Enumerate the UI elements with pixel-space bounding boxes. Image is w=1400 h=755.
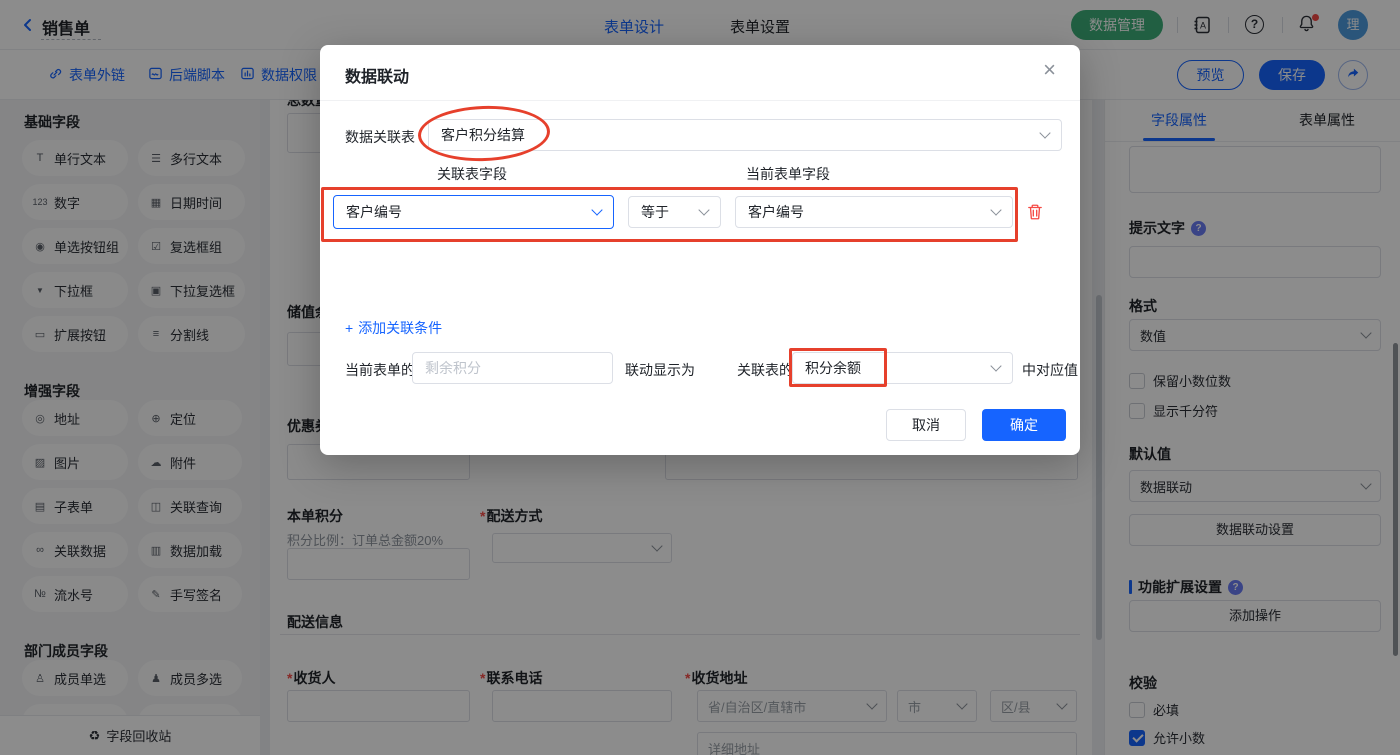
relation-table-label: 数据关联表: [345, 129, 415, 145]
current-form-label: 当前表单的: [345, 362, 415, 378]
relation-table-select[interactable]: 客户积分结算: [428, 119, 1062, 151]
related-field-select[interactable]: 积分余额: [792, 352, 1013, 384]
display-as-label: 联动显示为: [625, 362, 695, 378]
value-suffix-label: 中对应值: [1022, 362, 1078, 378]
condition-left-select[interactable]: 客户编号: [333, 195, 614, 229]
delete-condition-trash-icon[interactable]: [1026, 203, 1044, 221]
condition-operator-select[interactable]: 等于: [628, 196, 721, 228]
chevron-down-icon: [1039, 127, 1051, 139]
chevron-down-icon: [591, 204, 603, 216]
plus-icon: +: [345, 320, 354, 336]
chevron-down-icon: [698, 204, 710, 216]
data-linkage-modal: 数据联动 数据关联表 客户积分结算 关联表字段 当前表单字段 客户编号 等于 客…: [320, 45, 1080, 455]
current-field-input[interactable]: 剩余积分: [412, 352, 613, 384]
form-designer-screen: 销售单 表单设计 表单设置 数据管理 A 理 表单外链 后端脚本: [0, 0, 1400, 755]
confirm-button[interactable]: 确定: [982, 409, 1066, 441]
modal-title: 数据联动: [345, 69, 410, 86]
modal-header: 数据联动: [320, 45, 1080, 101]
chevron-down-icon: [990, 204, 1002, 216]
condition-right-select[interactable]: 客户编号: [735, 196, 1013, 228]
column-header-relation-field: 关联表字段: [437, 166, 507, 182]
column-header-current-field: 当前表单字段: [746, 166, 830, 182]
cancel-button[interactable]: 取消: [886, 409, 966, 441]
chevron-down-icon: [990, 360, 1002, 372]
close-icon[interactable]: [1043, 59, 1056, 81]
add-condition-link[interactable]: + 添加关联条件: [345, 318, 442, 338]
related-table-label: 关联表的: [737, 362, 793, 378]
